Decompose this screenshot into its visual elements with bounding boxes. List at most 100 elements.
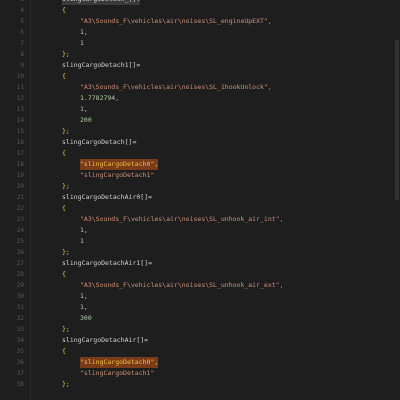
code-line[interactable]: 26}; (0, 247, 400, 258)
code-text: 1 (80, 237, 84, 245)
code-line[interactable]: 34 slingCargoDetachAir[]= (0, 335, 400, 346)
code-text: { (62, 72, 66, 80)
line-number: 27 (16, 260, 24, 267)
code-line[interactable]: 23 "A3\Sounds_F\vehicles\air\noises\SL_un… (0, 214, 400, 225)
code-area[interactable]: 3slingCargoDetach_[]:4{5"A3\Sounds_F\veh… (0, 0, 400, 400)
line-number: 25 (16, 238, 24, 245)
code-line[interactable]: 5 "A3\Sounds_F\vehicles\air\noises\SL_eng… (0, 16, 400, 27)
code-line[interactable]: 16 slingCargoDetach[]= (0, 137, 400, 148)
code-line[interactable]: 71 (0, 38, 400, 49)
code-line[interactable]: 6 1, (0, 27, 400, 38)
code-line[interactable]: 12 1.7782794, (0, 93, 400, 104)
line-number: 33 (16, 326, 24, 333)
scrollbar-thumb[interactable] (395, 40, 399, 200)
code-line[interactable]: 30 1, (0, 291, 400, 302)
code-line[interactable]: 9 slingCargoDetach1[]= (0, 60, 400, 71)
code-text: slingCargoDetach1[]= (62, 61, 141, 69)
code-line[interactable]: 11 "A3\Sounds_F\vehicles\air\noises\SL_1h… (0, 82, 400, 93)
line-number: 23 (16, 216, 24, 223)
code-text: { (62, 347, 66, 355)
code-text: "A3\Sounds_F\vehicles\air\noises\SL_unho… (80, 215, 284, 223)
code-line[interactable]: 31 1, (0, 302, 400, 313)
line-number: 38 (16, 381, 24, 388)
code-line[interactable]: 20}; (0, 181, 400, 192)
code-line[interactable]: 19 "slingCargoDetach1" (0, 170, 400, 181)
code-line[interactable]: 15}; (0, 126, 400, 137)
code-text: 200 (80, 116, 92, 124)
code-text: 300 (80, 314, 92, 322)
code-text: "slingCargoDetach0", (80, 159, 159, 170)
line-number: 26 (16, 249, 24, 256)
code-text: }; (62, 248, 70, 256)
code-text: { (62, 149, 66, 157)
code-text: slingCargoDetachAir[]= (62, 336, 149, 344)
line-number: 31 (16, 304, 24, 311)
code-text: slingCargoDetach[]= (62, 138, 137, 146)
code-text: 1 (80, 39, 84, 47)
code-text: "A3\Sounds_F\vehicles\air\noises\SL_engi… (80, 17, 272, 25)
line-number: 11 (16, 84, 24, 91)
code-text: }; (62, 325, 70, 333)
code-line[interactable]: 27 slingCargoDetachAir1[]= (0, 258, 400, 269)
code-line[interactable]: 14 200 (0, 115, 400, 126)
line-number: 29 (16, 282, 24, 289)
code-text: 1, (80, 292, 88, 300)
line-number: 7 (20, 40, 24, 47)
code-line[interactable]: 35 { (0, 346, 400, 357)
line-number: 36 (16, 359, 24, 366)
code-text: { (62, 6, 66, 14)
code-line[interactable]: 37 "slingCargoDetach1" (0, 368, 400, 379)
line-number: 35 (16, 348, 24, 355)
code-text: "slingCargoDetach1" (80, 369, 155, 377)
code-line[interactable]: 21 slingCargoDetachAir0[]= (0, 192, 400, 203)
code-line[interactable]: 17 { (0, 148, 400, 159)
code-text: 1, (80, 105, 88, 113)
code-line[interactable]: 13 1, (0, 104, 400, 115)
line-number: 14 (16, 117, 24, 124)
code-line[interactable]: 10 { (0, 71, 400, 82)
line-number: 34 (16, 337, 24, 344)
code-text: 1, (80, 303, 88, 311)
line-number: 10 (16, 73, 24, 80)
code-text: }; (62, 380, 70, 388)
line-number: 32 (16, 315, 24, 322)
code-line[interactable]: 36 "slingCargoDetach0", (0, 357, 400, 368)
code-line[interactable]: 8}; (0, 49, 400, 60)
line-number: 18 (16, 161, 24, 168)
code-line[interactable]: 38}; (0, 379, 400, 390)
line-number: 15 (16, 128, 24, 135)
code-editor[interactable]: 3slingCargoDetach_[]:4{5"A3\Sounds_F\veh… (0, 0, 400, 400)
line-number: 28 (16, 271, 24, 278)
vertical-scrollbar[interactable] (394, 0, 400, 400)
line-number: 5 (20, 18, 24, 25)
line-number: 4 (20, 7, 24, 14)
line-number: 16 (16, 139, 24, 146)
code-text: 1, (80, 226, 88, 234)
code-text: "A3\Sounds_F\vehicles\air\noises\SL_unho… (80, 281, 284, 289)
line-number: 17 (16, 150, 24, 157)
code-text: "A3\Sounds_F\vehicles\air\noises\SL_1hoo… (80, 83, 272, 91)
line-number: 22 (16, 205, 24, 212)
code-text: }; (62, 127, 70, 135)
code-line[interactable]: 32 300 (0, 313, 400, 324)
code-line[interactable]: 33}; (0, 324, 400, 335)
line-number: 21 (16, 194, 24, 201)
code-line[interactable]: 25 1 (0, 236, 400, 247)
code-line[interactable]: 22 { (0, 203, 400, 214)
code-line[interactable]: 4{ (0, 5, 400, 16)
code-text: { (62, 270, 66, 278)
line-number: 6 (20, 29, 24, 36)
line-number: 13 (16, 106, 24, 113)
code-line[interactable]: 24 1, (0, 225, 400, 236)
line-number: 9 (20, 62, 24, 69)
line-number: 20 (16, 183, 24, 190)
line-number: 12 (16, 95, 24, 102)
line-number: 8 (20, 51, 24, 58)
code-line[interactable]: 18 "slingCargoDetach0", (0, 159, 400, 170)
code-text: "slingCargoDetach0", (80, 357, 159, 368)
code-line[interactable]: 29 "A3\Sounds_F\vehicles\air\noises\SL_un… (0, 280, 400, 291)
code-text: slingCargoDetachAir1[]= (62, 259, 153, 267)
code-line[interactable]: 28 { (0, 269, 400, 280)
code-text: }; (62, 50, 70, 58)
code-text: { (62, 204, 66, 212)
